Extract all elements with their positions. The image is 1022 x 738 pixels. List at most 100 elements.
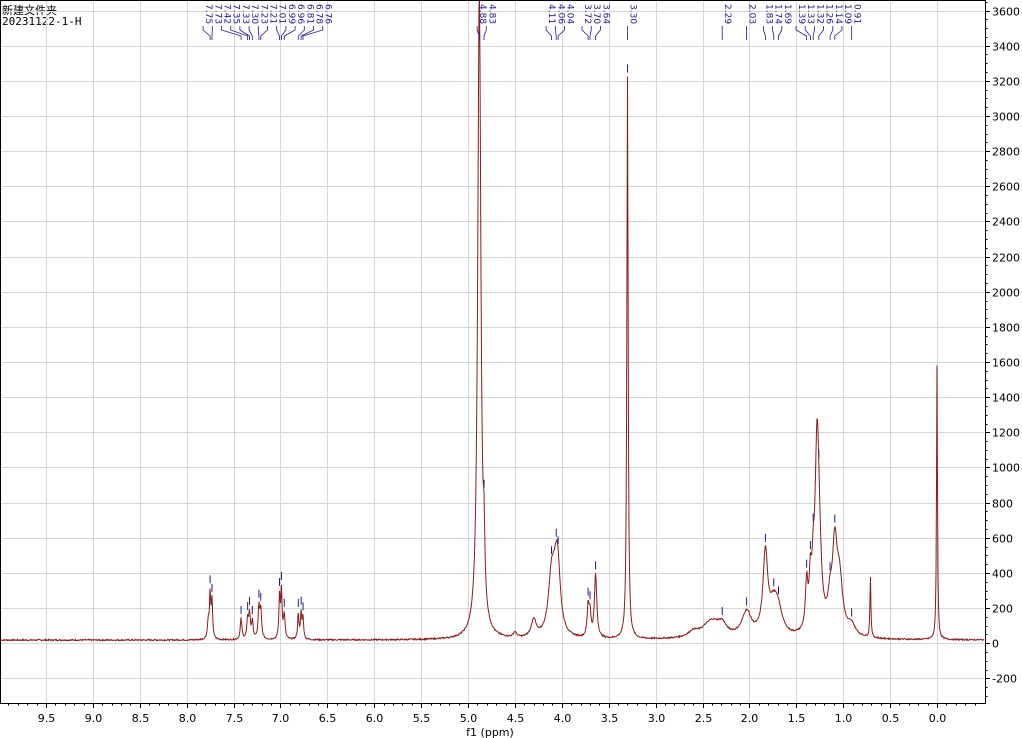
x-tick-label: 5.5 bbox=[413, 712, 431, 725]
peak-label-text: 7.01 bbox=[277, 4, 287, 24]
peak-label-text: 4.04 bbox=[565, 4, 575, 24]
peak-label-leader bbox=[483, 26, 487, 40]
peak-label-text: 3.64 bbox=[600, 4, 610, 24]
peak-label: 4.11 bbox=[545, 4, 556, 40]
peak-label-text: 6.96 bbox=[295, 4, 305, 24]
peak-label-leader bbox=[202, 26, 211, 40]
peak-label: 7.33 bbox=[239, 4, 250, 40]
peak-label-text: 7.23 bbox=[258, 4, 268, 24]
peak-label-text: 3.72 bbox=[582, 4, 592, 24]
x-tick-label: 1.5 bbox=[788, 712, 806, 725]
spectrum-line bbox=[0, 0, 985, 642]
peak-label: 2.03 bbox=[746, 4, 757, 40]
peak-label-text: 1.14 bbox=[833, 4, 843, 24]
peak-label-leader bbox=[545, 26, 552, 40]
peak-label-text: 1.83 bbox=[763, 4, 773, 24]
peak-label-leader bbox=[260, 26, 268, 40]
y-tick-label: 2000 bbox=[992, 287, 1020, 300]
peak-label-text: 6.99 bbox=[286, 4, 296, 24]
x-tick-label: 7.0 bbox=[272, 712, 290, 725]
peak-label-text: 4.11 bbox=[546, 4, 556, 24]
y-tick-label: -200 bbox=[992, 673, 1017, 686]
x-tick-label: 5.0 bbox=[460, 712, 478, 725]
y-tick-label: 1800 bbox=[992, 322, 1020, 335]
peak-label-leader bbox=[281, 26, 287, 40]
peak-label-text: 6.81 bbox=[304, 4, 314, 24]
x-tick-label: 9.5 bbox=[38, 712, 56, 725]
y-tick-label: 3200 bbox=[992, 76, 1020, 89]
peak-label: 1.74 bbox=[772, 4, 783, 40]
peak-label-text: 3.30 bbox=[628, 4, 638, 24]
peak-markers bbox=[209, 0, 853, 617]
peak-label-text: 4.88 bbox=[477, 4, 487, 24]
peak-label-leader bbox=[772, 26, 775, 40]
y-tick-label: 2200 bbox=[992, 252, 1020, 265]
y-tick-label: 800 bbox=[992, 498, 1013, 511]
y-tick-label: 2400 bbox=[992, 216, 1020, 229]
peak-label-text: 4.06 bbox=[555, 4, 565, 24]
nmr-spectrum-chart: 9.5 9.0 8.5 8.0 7.5 7.0 6.5 6.0 5.5 5.0 4.5 4.0 3.5 3… bbox=[0, 0, 1020, 738]
x-axis: 9.5 9.0 8.5 8.0 7.5 7.0 6.5 6.0 5.5 5.0 4.5 4.0 3.5 3… bbox=[8, 703, 976, 725]
y-tick-label: 2800 bbox=[992, 146, 1020, 159]
peak-label: 7.23 bbox=[257, 4, 268, 40]
x-tick-label: 4.0 bbox=[554, 712, 572, 725]
peak-label-text: 7.42 bbox=[222, 4, 232, 24]
x-tick-label: 9.0 bbox=[85, 712, 103, 725]
y-tick-label: 0 bbox=[992, 638, 999, 651]
peak-label-text: 2.29 bbox=[722, 4, 732, 24]
peak-label-text: 1.39 bbox=[796, 4, 806, 24]
x-axis-title: f1 (ppm) bbox=[466, 726, 514, 738]
x-tick-label: 0.0 bbox=[929, 712, 947, 725]
y-tick-label: 3600 bbox=[992, 6, 1020, 19]
peak-label-text: 1.32 bbox=[814, 4, 824, 24]
peak-label-leader bbox=[595, 26, 601, 40]
y-tick-label: 1400 bbox=[992, 392, 1020, 405]
peak-label-leader bbox=[829, 26, 834, 40]
peak-label-text: 6.76 bbox=[323, 4, 333, 24]
peak-label-text: 7.33 bbox=[240, 4, 250, 24]
peak-label-text: 7.35 bbox=[231, 4, 241, 24]
x-tick-label: 7.5 bbox=[226, 712, 244, 725]
peak-label-text: 7.30 bbox=[249, 4, 259, 24]
peak-label-leader bbox=[778, 26, 783, 40]
x-tick-label: 2.5 bbox=[695, 712, 713, 725]
y-tick-label: 200 bbox=[992, 603, 1013, 616]
y-tick-label: 400 bbox=[992, 568, 1013, 581]
x-tick-label: 0.5 bbox=[882, 712, 900, 725]
peak-label: 1.83 bbox=[763, 4, 773, 40]
peak-label-text: 7.21 bbox=[268, 4, 278, 24]
peak-label-leader bbox=[589, 26, 592, 40]
y-axis: -200 0 200 400 600 800 1000 1200 1400 1600 1800 200… bbox=[985, 2, 1020, 697]
x-tick-label: 2.0 bbox=[741, 712, 759, 725]
peak-label-text: 3.70 bbox=[591, 4, 601, 24]
peak-label-text: 6.78 bbox=[314, 4, 324, 24]
y-tick-label: 1000 bbox=[992, 462, 1020, 475]
y-tick-label: 2600 bbox=[992, 181, 1020, 194]
peak-label-text: 1.33 bbox=[805, 4, 815, 24]
peak-label: 1.32 bbox=[812, 4, 824, 40]
peak-label-leader bbox=[302, 26, 324, 40]
peak-label-leader bbox=[818, 26, 824, 40]
peak-label-text: 0.91 bbox=[852, 4, 862, 24]
peak-label-text: 4.83 bbox=[486, 4, 496, 24]
peak-label-text: 1.74 bbox=[773, 4, 783, 24]
peak-label: 7.73 bbox=[211, 4, 222, 40]
y-tick-label: 600 bbox=[992, 533, 1013, 546]
peak-label-leader bbox=[812, 26, 815, 40]
peak-label-leader bbox=[763, 26, 766, 40]
peak-label: 7.30 bbox=[248, 4, 259, 40]
peak-label: 4.88 bbox=[476, 4, 487, 40]
x-tick-label: 6.0 bbox=[366, 712, 384, 725]
peak-label-leader bbox=[257, 26, 260, 40]
plot-frame bbox=[0, 0, 986, 704]
grid-lines bbox=[0, 0, 985, 703]
peak-label: 0.91 bbox=[851, 4, 862, 40]
x-tick-label: 3.0 bbox=[648, 712, 666, 725]
y-tick-label: 3400 bbox=[992, 41, 1020, 54]
x-tick-label: 4.5 bbox=[507, 712, 525, 725]
peak-label: 7.01 bbox=[276, 4, 287, 40]
x-tick-label: 1.0 bbox=[835, 712, 853, 725]
peak-label-text: 1.09 bbox=[842, 4, 852, 24]
peak-label-text: 7.75 bbox=[203, 4, 213, 24]
y-tick-label: 3000 bbox=[992, 111, 1020, 124]
